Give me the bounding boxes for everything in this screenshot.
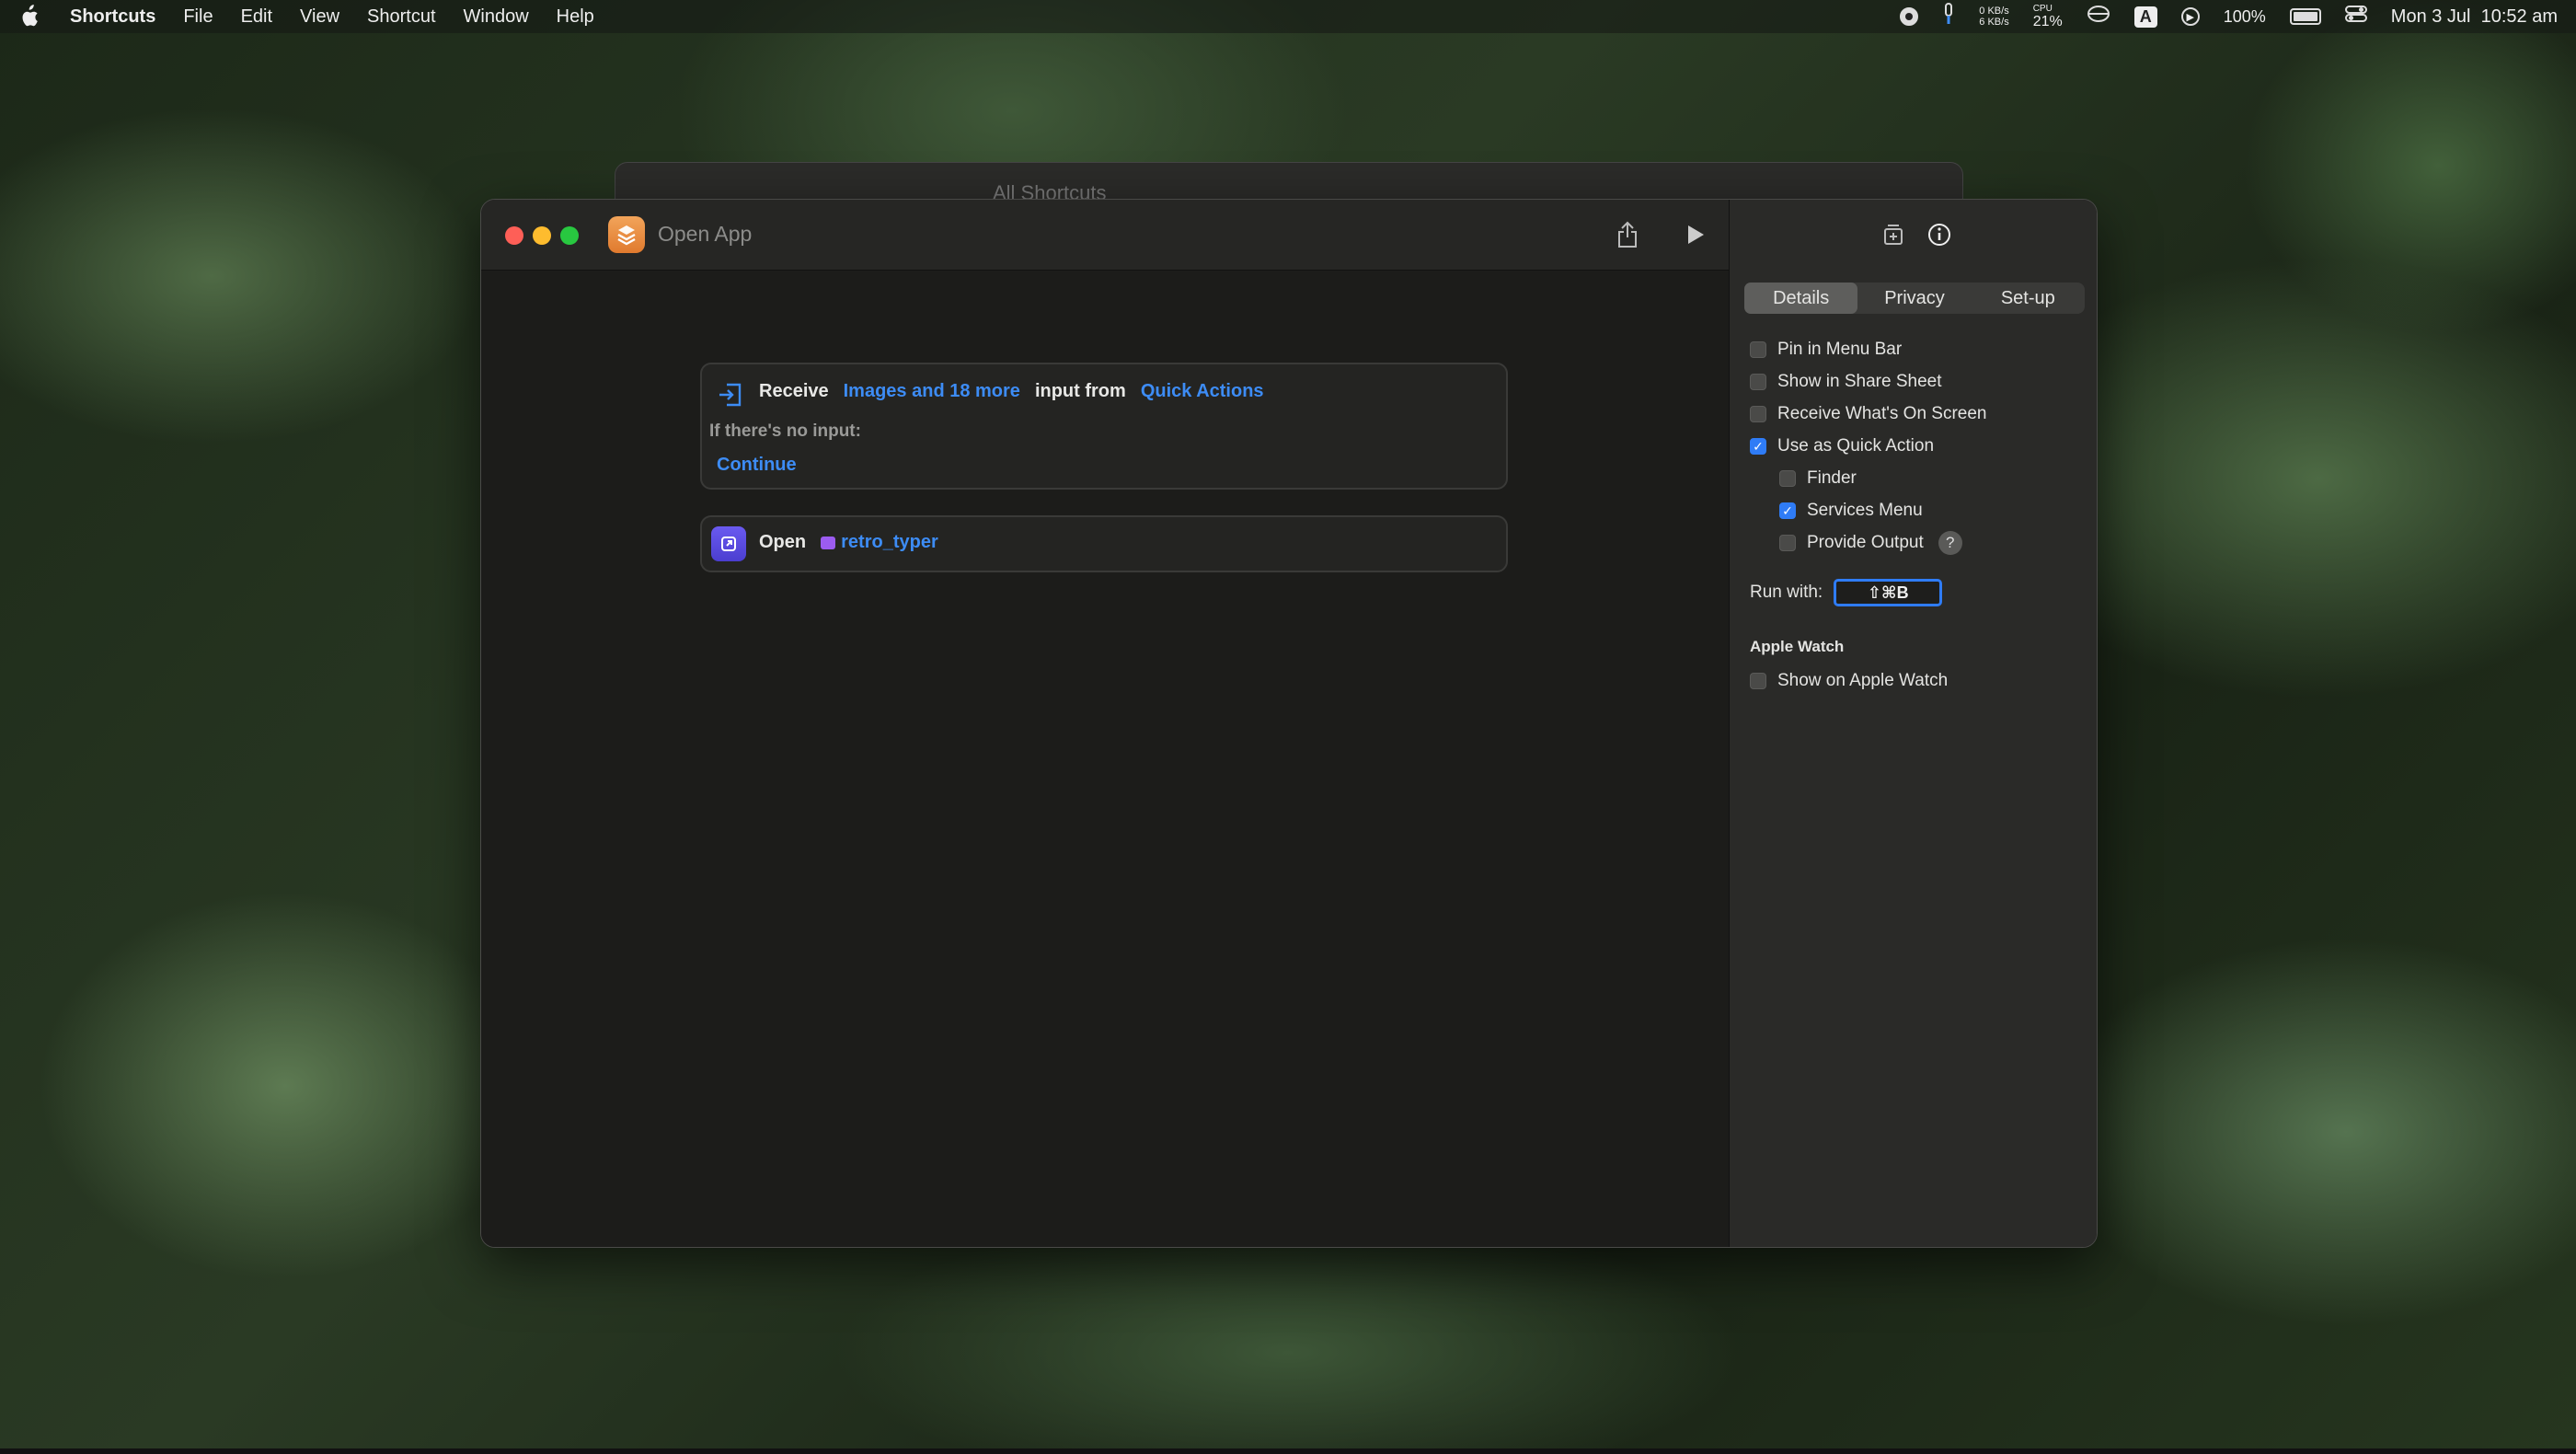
finder-label: Finder — [1807, 468, 1857, 488]
quick-action-label: Use as Quick Action — [1777, 436, 1935, 456]
record-icon[interactable] — [1900, 7, 1919, 26]
receive-action-card[interactable]: Receive Images and 18 more input from Qu… — [700, 363, 1508, 490]
services-menu-option[interactable]: ✓ Services Menu — [1779, 501, 1923, 521]
share-button[interactable] — [1609, 216, 1646, 253]
now-playing-icon[interactable]: ▶ — [2180, 7, 2200, 26]
on-screen-checkbox[interactable] — [1750, 406, 1766, 422]
keyboard-shortcut-field[interactable]: ⇧⌘B — [1834, 579, 1943, 606]
apple-watch-header: Apple Watch — [1750, 638, 1845, 655]
apple-watch-label: Show on Apple Watch — [1777, 671, 1949, 690]
editor-canvas[interactable]: Receive Images and 18 more input from Qu… — [481, 271, 1729, 1247]
shortcut-editor-window: Open App Receive Images and 18 more inpu… — [480, 199, 2098, 1248]
minimize-button[interactable] — [533, 226, 551, 245]
inspector-toolbar — [1730, 200, 2097, 270]
on-screen-label: Receive What's On Screen — [1777, 404, 1987, 423]
apple-watch-option[interactable]: Show on Apple Watch — [1750, 671, 1948, 691]
inspector-panel: Details Privacy Set-up Pin in Menu Bar S… — [1729, 200, 2097, 1247]
input-source-badge[interactable]: A — [2133, 6, 2157, 28]
app-token[interactable]: retro_typer — [821, 532, 938, 553]
cpu-label: CPU — [2032, 4, 2053, 14]
cpu-stats: CPU 21% — [2033, 4, 2063, 29]
open-app-action-card[interactable]: Open retro_typer — [700, 515, 1508, 572]
pin-menu-bar-checkbox[interactable] — [1750, 341, 1766, 358]
services-menu-label: Services Menu — [1807, 501, 1923, 520]
no-input-label: If there's no input: — [709, 421, 861, 441]
inspector-tabs: Details Privacy Set-up — [1744, 283, 2085, 314]
share-sheet-checkbox[interactable] — [1750, 374, 1766, 390]
menu-window[interactable]: Window — [464, 6, 529, 28]
input-from-label: input from — [1034, 381, 1126, 401]
menu-shortcut[interactable]: Shortcut — [367, 6, 435, 28]
close-button[interactable] — [505, 226, 523, 245]
battery-percent: 100% — [2223, 6, 2266, 26]
share-sheet-label: Show in Share Sheet — [1777, 372, 1942, 391]
finder-checkbox[interactable] — [1779, 470, 1796, 487]
app-mini-icon — [821, 536, 836, 549]
receive-input-icon — [715, 379, 746, 410]
services-menu-checkbox[interactable]: ✓ — [1779, 502, 1796, 519]
finder-option[interactable]: Finder — [1779, 468, 1857, 489]
net-up: 0 KB/s — [1979, 6, 2009, 17]
no-input-action-token[interactable]: Continue — [717, 455, 797, 476]
receive-row: Receive Images and 18 more input from Qu… — [759, 381, 1264, 402]
input-source-token[interactable]: Quick Actions — [1141, 381, 1264, 402]
pin-menu-bar-option[interactable]: Pin in Menu Bar — [1750, 340, 1902, 360]
tab-setup[interactable]: Set-up — [1972, 283, 2085, 314]
title-bar: Open App — [481, 200, 1729, 271]
receive-label: Receive — [759, 381, 829, 401]
provide-output-label: Provide Output — [1807, 533, 1924, 552]
shortcut-icon[interactable] — [608, 216, 645, 253]
screen-bottom-edge — [0, 1448, 2576, 1454]
zoom-button[interactable] — [560, 226, 579, 245]
window-title[interactable]: Open App — [658, 222, 752, 247]
quick-action-checkbox[interactable]: ✓ — [1750, 438, 1766, 455]
open-label: Open — [759, 532, 807, 552]
menu-edit[interactable]: Edit — [241, 6, 272, 28]
control-center-icon[interactable] — [2344, 5, 2367, 29]
vpn-icon[interactable] — [2087, 5, 2110, 29]
provide-output-checkbox[interactable] — [1779, 535, 1796, 551]
network-stats: 0 KB/s 6 KB/s — [1979, 6, 2008, 28]
on-screen-option[interactable]: Receive What's On Screen — [1750, 404, 1987, 424]
info-icon[interactable] — [1923, 218, 1956, 251]
apple-watch-checkbox[interactable] — [1750, 673, 1766, 689]
net-down: 6 KB/s — [1979, 17, 2009, 28]
run-button[interactable] — [1677, 216, 1714, 253]
battery-icon[interactable] — [2289, 8, 2321, 25]
menu-view[interactable]: View — [300, 6, 339, 28]
help-icon[interactable]: ? — [1938, 531, 1962, 555]
run-with-row: Run with: ⇧⌘B — [1750, 579, 1943, 606]
open-app-icon — [711, 526, 746, 561]
clock[interactable]: Mon 3 Jul 10:52 am — [2391, 6, 2558, 28]
cpu-value: 21% — [2032, 14, 2063, 29]
input-types-token[interactable]: Images and 18 more — [844, 381, 1020, 402]
share-sheet-option[interactable]: Show in Share Sheet — [1750, 372, 1942, 392]
menu-file[interactable]: File — [183, 6, 213, 28]
menu-help[interactable]: Help — [557, 6, 594, 28]
menu-bar: Shortcuts File Edit View Shortcut Window… — [0, 0, 2576, 33]
provide-output-option[interactable]: Provide Output ? — [1779, 531, 1962, 555]
app-token-label: retro_typer — [841, 532, 938, 552]
apple-menu-icon[interactable] — [18, 5, 39, 29]
pin-menu-bar-label: Pin in Menu Bar — [1777, 340, 1903, 359]
open-row: Open retro_typer — [759, 532, 938, 553]
menu-shortcuts[interactable]: Shortcuts — [70, 6, 155, 28]
run-with-label: Run with: — [1750, 583, 1823, 602]
tab-details[interactable]: Details — [1744, 283, 1858, 314]
action-library-icon[interactable] — [1877, 218, 1910, 251]
tab-privacy[interactable]: Privacy — [1857, 283, 1971, 314]
mic-icon[interactable] — [1942, 3, 1955, 30]
quick-action-option[interactable]: ✓ Use as Quick Action — [1750, 436, 1934, 456]
